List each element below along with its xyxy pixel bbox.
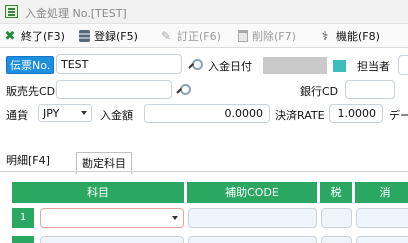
- customer-search-icon[interactable]: [177, 84, 191, 96]
- tab-detail[interactable]: 明細[F4]: [6, 152, 50, 168]
- function-icon: ⚕: [321, 29, 329, 43]
- window-title: 入金処理 No.[TEST]: [25, 7, 127, 20]
- app-icon: [5, 5, 18, 18]
- amount-label: 入金額: [100, 109, 133, 122]
- slip-no-value: TEST: [61, 58, 89, 71]
- tax-cell-next[interactable]: [321, 236, 352, 243]
- customer-cd-label: 販売先CD: [6, 85, 56, 98]
- correct-button[interactable]: ✎ 訂正(F6): [159, 27, 221, 45]
- grid-header-consumption: 消: [355, 182, 408, 203]
- detail-grid: 科目 補助CODE 税 消 1: [12, 182, 408, 243]
- row-number: 1: [12, 208, 34, 228]
- database-icon: [79, 30, 90, 42]
- sub-code-cell[interactable]: [188, 208, 317, 228]
- customer-cd-input[interactable]: [56, 80, 172, 99]
- staff-label: 担当者: [357, 60, 390, 73]
- title-bar: 入金処理 No.[TEST]: [0, 0, 408, 24]
- consumption-cell-next[interactable]: [356, 236, 408, 243]
- grid-header-tax: 税: [320, 182, 352, 203]
- slip-no-input[interactable]: TEST: [56, 54, 182, 74]
- pencil-icon: ✎: [160, 29, 172, 43]
- amount-input[interactable]: 0.0000: [144, 104, 270, 123]
- chevron-down-icon: [81, 111, 87, 115]
- exit-label: 終了(F3): [21, 30, 65, 43]
- currency-select[interactable]: JPY: [38, 104, 92, 122]
- staff-input[interactable]: [398, 55, 408, 75]
- sub-code-cell-next[interactable]: [188, 236, 317, 243]
- tax-cell[interactable]: [321, 208, 352, 228]
- slip-no-label: 伝票No.: [6, 56, 55, 74]
- grid-header-sub-code: 補助CODE: [187, 182, 317, 203]
- rate-value: 1.0000: [337, 107, 377, 120]
- rate-input[interactable]: 1.0000: [329, 104, 383, 123]
- bank-cd-input[interactable]: [345, 80, 395, 99]
- amount-value: 0.0000: [224, 107, 264, 120]
- exit-button[interactable]: ✖ 終了(F3): [3, 27, 65, 45]
- chevron-down-icon: [172, 216, 178, 220]
- trash-icon: [238, 30, 248, 42]
- register-button[interactable]: 登録(F5): [79, 27, 138, 45]
- delete-button[interactable]: 削除(F7): [238, 27, 296, 45]
- row-number-next: [12, 236, 34, 243]
- grid-header-account: 科目: [12, 182, 184, 203]
- register-label: 登録(F5): [94, 30, 138, 43]
- toolbar: ✖ 終了(F3) 登録(F5) ✎ 訂正(F6) 削除(F7) ⚕ 機能(F8): [0, 24, 408, 48]
- slip-search-icon[interactable]: [189, 59, 203, 71]
- tab-divider: [0, 171, 408, 172]
- account-cell-next[interactable]: [40, 236, 184, 243]
- deposit-date-field[interactable]: [263, 57, 327, 74]
- function-button[interactable]: ⚕ 機能(F8): [318, 27, 380, 45]
- truncated-label: デー: [389, 109, 408, 122]
- correct-label: 訂正(F6): [177, 30, 221, 43]
- function-label: 機能(F8): [336, 30, 380, 43]
- delete-label: 削除(F7): [252, 30, 296, 43]
- consumption-cell[interactable]: [356, 208, 408, 228]
- account-select[interactable]: [40, 208, 184, 228]
- exit-icon: ✖: [4, 28, 16, 44]
- deposit-date-label: 入金日付: [208, 60, 252, 73]
- bank-cd-label: 銀行CD: [300, 85, 339, 98]
- currency-label: 通貨: [6, 109, 28, 122]
- calendar-icon[interactable]: [333, 60, 346, 72]
- currency-value: JPY: [43, 107, 60, 120]
- rate-label: 決済RATE: [275, 109, 325, 122]
